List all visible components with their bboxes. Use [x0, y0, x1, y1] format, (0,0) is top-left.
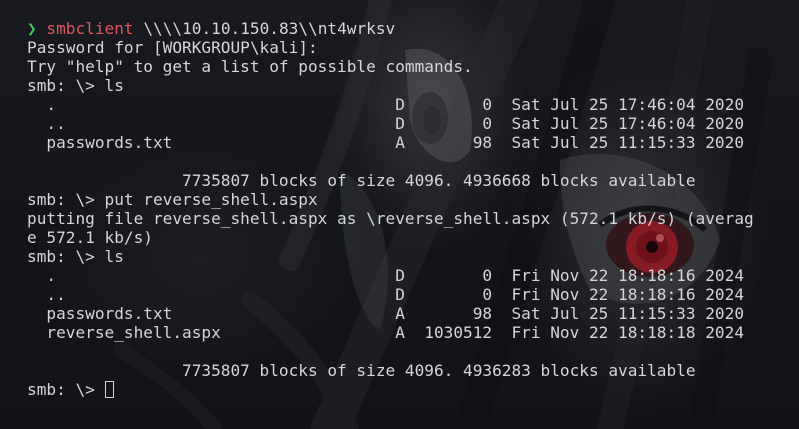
listing-row: passwords.txt A 98 Sat Jul 25 11:15:33 2…: [27, 133, 745, 152]
blocks-summary: 7735807 blocks of size 4096. 4936668 blo…: [27, 171, 696, 190]
listing-row: . D 0 Sat Jul 25 17:46:04 2020: [27, 95, 745, 114]
smb-prompt-line: smb: \> ls: [27, 247, 124, 266]
prompt-arrow-icon: ❯: [27, 19, 37, 38]
listing-row: .. D 0 Fri Nov 22 18:18:16 2024: [27, 285, 745, 304]
output-line: Try "help" to get a list of possible com…: [27, 57, 473, 76]
smb-prompt-line: smb: \> ls: [27, 76, 124, 95]
output-line: Password for [WORKGROUP\kali]:: [27, 38, 318, 57]
smb-prompt-line: smb: \> put reverse_shell.aspx: [27, 190, 318, 209]
listing-row: passwords.txt A 98 Sat Jul 25 11:15:33 2…: [27, 304, 745, 323]
listing-row: . D 0 Fri Nov 22 18:18:16 2024: [27, 266, 745, 285]
blocks-summary: 7735807 blocks of size 4096. 4936283 blo…: [27, 361, 696, 380]
command-line-smbclient: ❯ smbclient \\\\10.10.150.83\\nt4wrksv: [27, 19, 754, 38]
terminal-window[interactable]: ❯ smbclient \\\\10.10.150.83\\nt4wrksv Pa…: [0, 0, 799, 429]
text-cursor[interactable]: [104, 381, 114, 398]
output-line: e 572.1 kb/s): [27, 228, 153, 247]
terminal-output: ❯ smbclient \\\\10.10.150.83\\nt4wrksv Pa…: [27, 19, 754, 399]
smb-prompt: smb: \>: [27, 380, 105, 399]
listing-row: reverse_shell.aspx A 1030512 Fri Nov 22 …: [27, 323, 745, 342]
command-name: smbclient: [46, 19, 134, 38]
listing-row: .. D 0 Sat Jul 25 17:46:04 2020: [27, 114, 745, 133]
output-line: putting file reverse_shell.aspx as \reve…: [27, 209, 754, 228]
active-prompt-line[interactable]: smb: \>: [27, 380, 754, 399]
command-args: \\\\10.10.150.83\\nt4wrksv: [133, 19, 396, 38]
